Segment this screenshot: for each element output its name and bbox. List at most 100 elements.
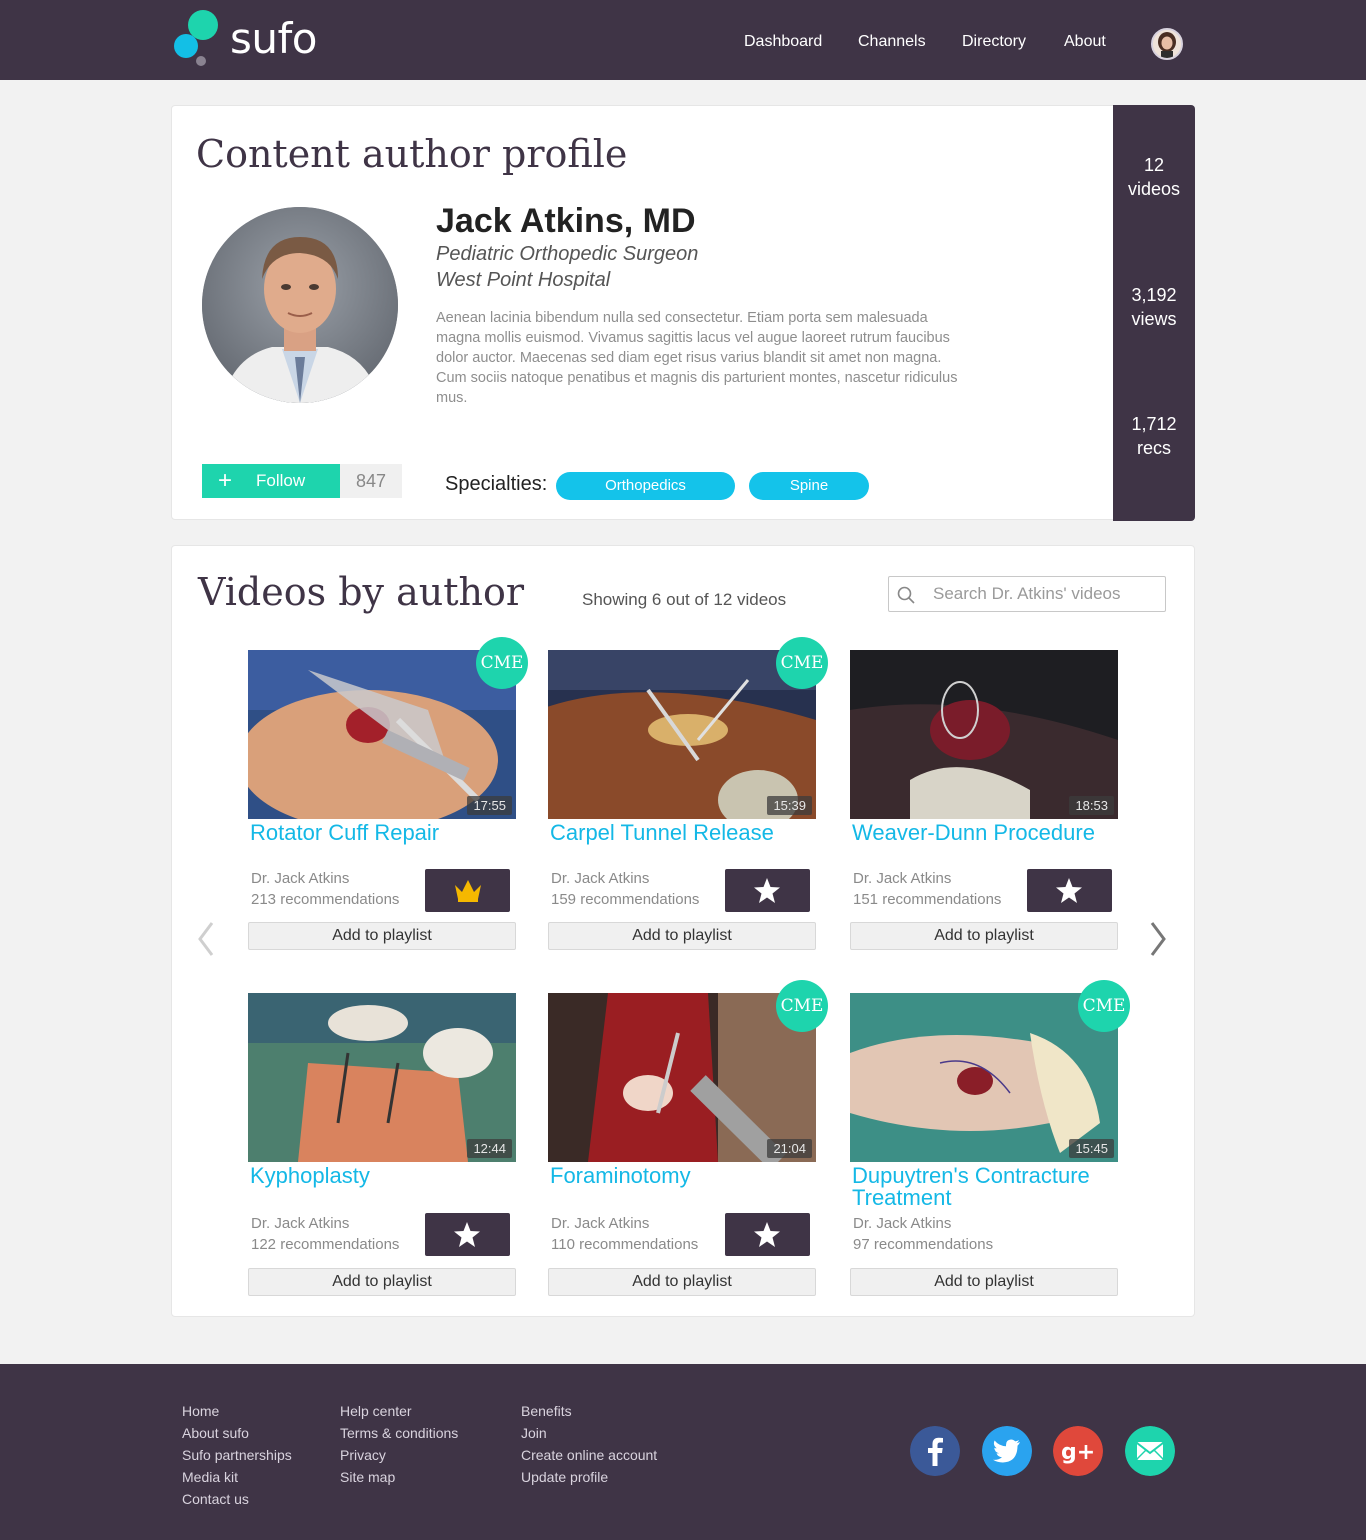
author-bio: Aenean lacinia bibendum nulla sed consec… [436, 310, 958, 406]
email-icon[interactable] [1125, 1426, 1175, 1476]
video-author: Dr. Jack Atkins [551, 1215, 650, 1232]
footer-link-site-map[interactable]: Site map [340, 1466, 458, 1488]
author-profile-card: Content author profile Jack Atkins, MD P… [171, 105, 1195, 521]
add-to-playlist-button[interactable]: Add to playlist [548, 1268, 816, 1296]
recommend-button[interactable] [725, 1213, 810, 1256]
logo-dot-blue [174, 34, 198, 58]
video-author: Dr. Jack Atkins [251, 870, 350, 887]
twitter-icon[interactable] [982, 1426, 1032, 1476]
video-duration: 18:53 [1069, 796, 1114, 815]
follow-button[interactable]: + Follow [202, 464, 340, 498]
cme-badge: CME [476, 637, 528, 689]
footer-link-join[interactable]: Join [521, 1422, 657, 1444]
author-hospital: West Point Hospital [436, 269, 611, 291]
videos-by-author-card: Videos by author Showing 6 out of 12 vid… [171, 545, 1195, 1317]
user-avatar[interactable] [1151, 28, 1183, 60]
footer-column-account: Benefits Join Create online account Upda… [521, 1400, 657, 1488]
footer-column-company: Home About sufo Sufo partnerships Media … [182, 1400, 292, 1510]
footer-link-home[interactable]: Home [182, 1400, 292, 1422]
video-duration: 15:39 [767, 796, 812, 815]
author-portrait [202, 207, 398, 403]
specialty-tag-spine[interactable]: Spine [749, 472, 869, 500]
logo-dot-grey [196, 56, 206, 66]
add-to-playlist-button[interactable]: Add to playlist [248, 1268, 516, 1296]
star-icon [454, 1222, 480, 1247]
video-thumbnail[interactable]: 15:45 [850, 993, 1118, 1162]
video-thumbnail[interactable]: 12:44 [248, 993, 516, 1162]
crown-icon [455, 880, 481, 902]
recommend-button[interactable] [425, 1213, 510, 1256]
video-search [888, 576, 1166, 612]
plus-icon: + [218, 467, 233, 494]
video-title-link[interactable]: Rotator Cuff Repair [250, 822, 516, 844]
add-to-playlist-button[interactable]: Add to playlist [548, 922, 816, 950]
video-thumbnail[interactable]: 18:53 [850, 650, 1118, 819]
logo-wordmark: sufo [230, 14, 317, 63]
video-author: Dr. Jack Atkins [853, 870, 952, 887]
search-input[interactable] [933, 577, 1161, 611]
previous-arrow-icon[interactable] [194, 919, 218, 959]
video-thumbnail[interactable]: 17:55 [248, 650, 516, 819]
nav-directory[interactable]: Directory [962, 33, 1026, 51]
footer-link-benefits[interactable]: Benefits [521, 1400, 657, 1422]
add-to-playlist-button[interactable]: Add to playlist [850, 922, 1118, 950]
stat-views-unit: views [1131, 309, 1177, 329]
svg-text:g+: g+ [1061, 1440, 1095, 1465]
search-icon [897, 586, 915, 604]
footer-link-media-kit[interactable]: Media kit [182, 1466, 292, 1488]
video-recommendations: 122 recommendations [251, 1236, 400, 1253]
stat-recs: 1,712 recs [1113, 412, 1195, 460]
author-title: Pediatric Orthopedic Surgeon [436, 243, 699, 265]
stat-recs-unit: recs [1136, 438, 1171, 458]
video-recommendations: 110 recommendations [551, 1236, 699, 1253]
results-count: Showing 6 out of 12 videos [582, 590, 787, 609]
star-icon [1056, 878, 1082, 903]
follower-count: 847 [340, 464, 402, 498]
footer-link-help-center[interactable]: Help center [340, 1400, 458, 1422]
footer-link-create-account[interactable]: Create online account [521, 1444, 657, 1466]
cme-badge: CME [776, 980, 828, 1032]
cme-badge: CME [776, 637, 828, 689]
footer-link-about[interactable]: About sufo [182, 1422, 292, 1444]
facebook-icon[interactable] [910, 1426, 960, 1476]
page-title: Content author profile [196, 132, 628, 176]
video-author: Dr. Jack Atkins [551, 870, 650, 887]
stat-views: 3,192 views [1113, 283, 1195, 331]
video-recommendations: 159 recommendations [551, 891, 700, 908]
video-duration: 21:04 [767, 1139, 812, 1158]
footer-link-privacy[interactable]: Privacy [340, 1444, 458, 1466]
nav-about[interactable]: About [1064, 33, 1106, 51]
google-plus-icon[interactable]: g+ [1053, 1426, 1103, 1476]
site-footer: Home About sufo Sufo partnerships Media … [0, 1364, 1366, 1540]
video-thumbnail[interactable]: 15:39 [548, 650, 816, 819]
nav-channels[interactable]: Channels [858, 33, 926, 51]
footer-column-help: Help center Terms & conditions Privacy S… [340, 1400, 458, 1488]
stat-videos-value: 12 [1143, 155, 1165, 175]
video-recommendations: 151 recommendations [853, 891, 1002, 908]
video-title-link[interactable]: Dupuytren's Contracture Treatment [852, 1165, 1118, 1209]
video-title-link[interactable]: Carpel Tunnel Release [550, 822, 816, 844]
video-duration: 12:44 [467, 1139, 512, 1158]
top-navigation-bar: sufo Dashboard Channels Directory About [0, 0, 1366, 80]
next-arrow-icon[interactable] [1146, 919, 1170, 959]
footer-link-update-profile[interactable]: Update profile [521, 1466, 657, 1488]
footer-link-terms[interactable]: Terms & conditions [340, 1422, 458, 1444]
recommend-button[interactable] [1027, 869, 1112, 912]
add-to-playlist-button[interactable]: Add to playlist [248, 922, 516, 950]
video-title-link[interactable]: Weaver-Dunn Procedure [852, 822, 1118, 844]
star-icon [754, 1222, 780, 1247]
footer-link-partnerships[interactable]: Sufo partnerships [182, 1444, 292, 1466]
follow-label: Follow [256, 471, 306, 490]
star-icon [754, 878, 780, 903]
footer-link-contact[interactable]: Contact us [182, 1488, 292, 1510]
recommend-button[interactable] [725, 869, 810, 912]
specialty-tag-orthopedics[interactable]: Orthopedics [556, 472, 735, 500]
nav-dashboard[interactable]: Dashboard [744, 33, 822, 51]
video-duration: 17:55 [467, 796, 512, 815]
sufo-logo[interactable]: sufo [174, 8, 334, 68]
add-to-playlist-button[interactable]: Add to playlist [850, 1268, 1118, 1296]
video-title-link[interactable]: Foraminotomy [550, 1165, 816, 1187]
recommend-button[interactable] [425, 869, 510, 912]
video-thumbnail[interactable]: 21:04 [548, 993, 816, 1162]
video-title-link[interactable]: Kyphoplasty [250, 1165, 516, 1187]
